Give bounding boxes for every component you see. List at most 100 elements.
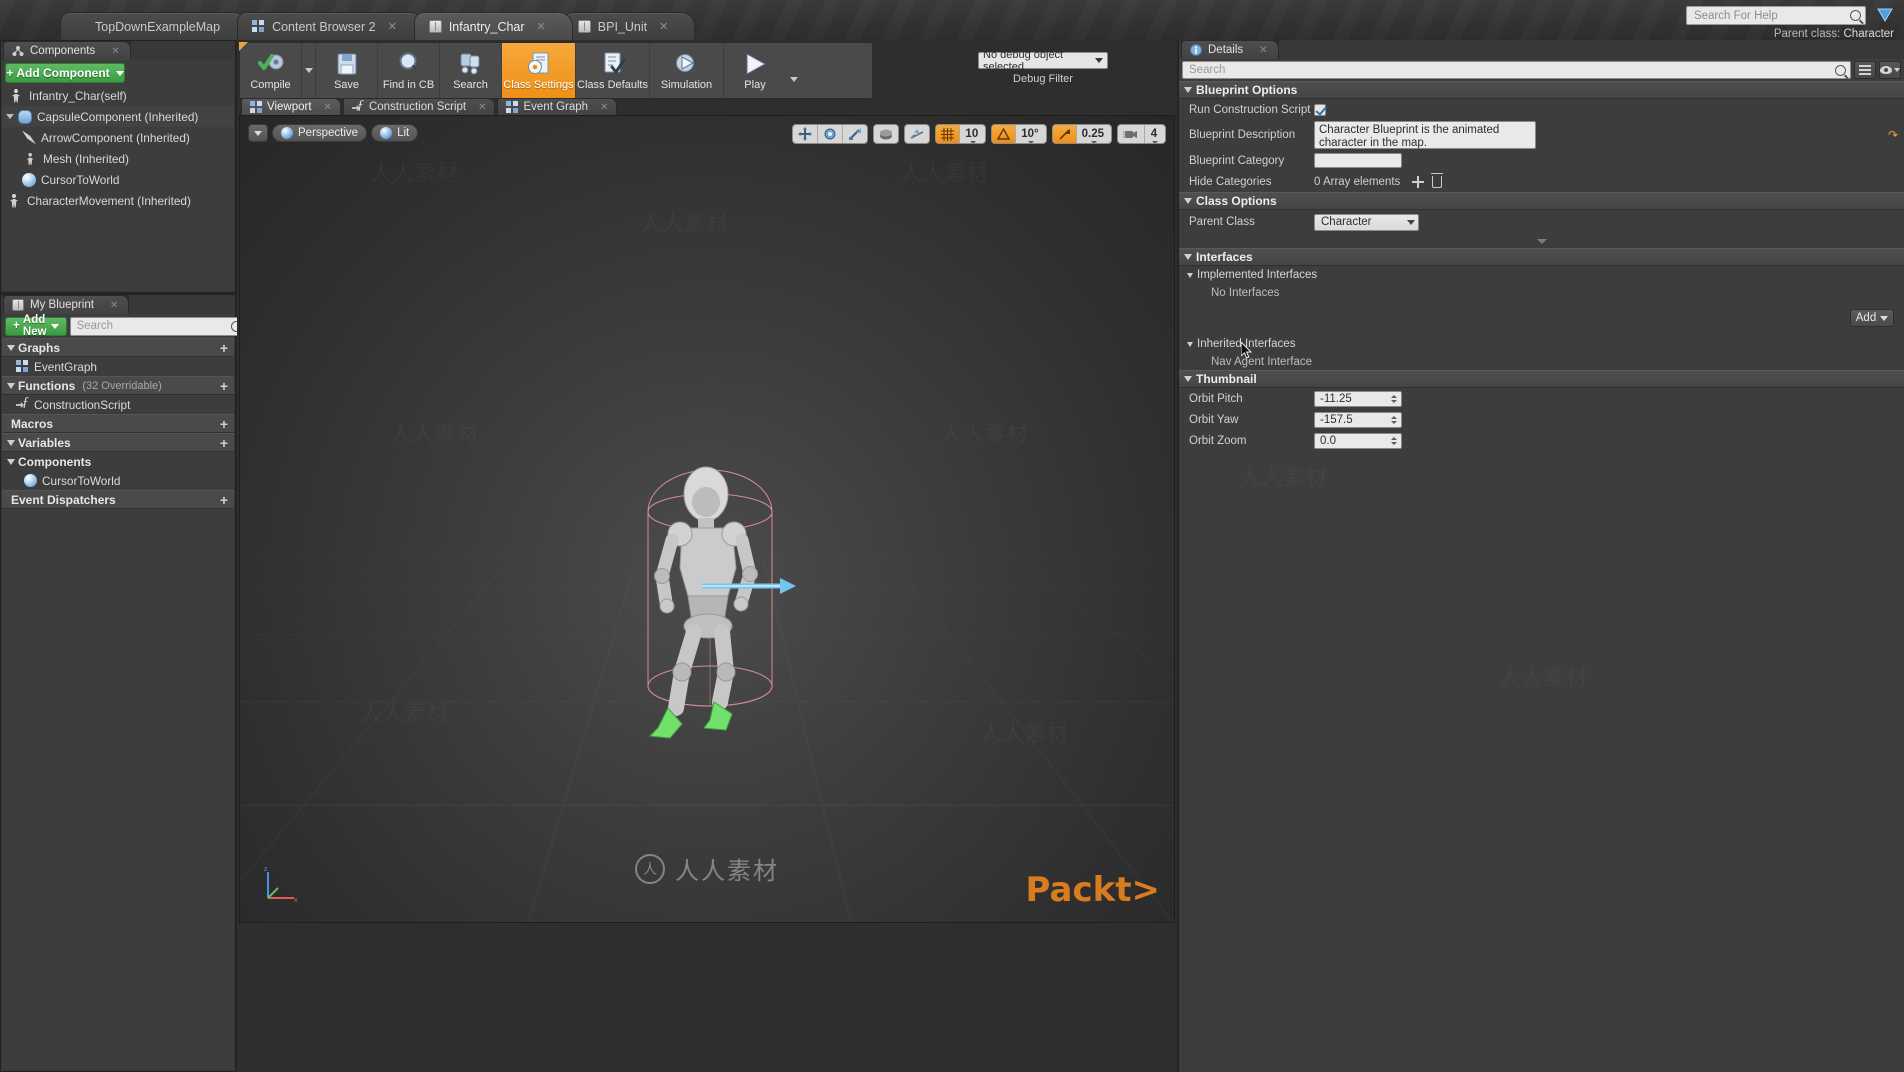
close-icon[interactable]: ✕ — [537, 20, 546, 33]
close-icon[interactable]: ✕ — [388, 20, 397, 33]
toolbar-button-class-defaults[interactable]: Class Defaults — [576, 43, 650, 98]
translate-tool-button[interactable] — [793, 125, 819, 143]
toolbar-button-save[interactable]: Save — [316, 43, 378, 98]
tab-viewport[interactable]: Viewport ✕ — [241, 98, 341, 115]
section-header-components[interactable]: Components — [2, 452, 234, 471]
toolbar-button-simulation[interactable]: Simulation — [650, 43, 724, 98]
window-tab-infantry-char[interactable]: Infantry_Char ✕ — [413, 12, 573, 40]
add-variable-button[interactable]: + — [220, 436, 228, 450]
spinner-icon[interactable] — [1389, 414, 1399, 426]
compile-options-dropdown[interactable] — [302, 43, 316, 98]
close-icon[interactable]: ✕ — [110, 300, 118, 311]
rotation-snap-toggle[interactable] — [992, 125, 1017, 143]
window-tab-content-browser-2[interactable]: Content Browser 2 ✕ — [237, 12, 424, 40]
parent-class-combo[interactable]: Character — [1314, 213, 1419, 231]
my-blueprint-search-box[interactable] — [69, 316, 246, 336]
my-blueprint-item-cursortoworld[interactable]: CursorToWorld — [2, 471, 234, 490]
row-nav-agent-interface[interactable]: Nav Agent Interface — [1179, 353, 1904, 370]
category-collapse-handle[interactable] — [1179, 234, 1904, 248]
grid-snap-value[interactable]: 10 — [960, 125, 985, 143]
close-icon[interactable]: ✕ — [478, 102, 486, 113]
help-search-input[interactable] — [1694, 9, 1850, 22]
component-row-arrowcomponent[interactable]: ArrowComponent (Inherited) — [2, 127, 234, 148]
scale-snap-value[interactable]: 0.25 — [1077, 125, 1111, 143]
tab-event-graph[interactable]: Event Graph ✕ — [497, 98, 618, 115]
world-space-button[interactable] — [874, 125, 898, 143]
toolbar-button-play[interactable]: Play — [724, 43, 786, 98]
toolbar-button-find-in-cb[interactable]: Find in CB — [378, 43, 440, 98]
orbit-pitch-input[interactable]: -11.25 — [1314, 390, 1402, 407]
details-search-box[interactable] — [1182, 61, 1851, 79]
blueprint-description-textarea[interactable]: Character Blueprint is the animated char… — [1314, 121, 1536, 149]
window-tab-topdownexamplemap[interactable]: TopDownExampleMap — [60, 12, 248, 40]
scale-snap-toggle[interactable] — [1052, 125, 1077, 143]
toolbar-button-class-settings[interactable]: Class Settings — [502, 43, 576, 98]
debug-object-selector[interactable]: No debug object selected — [978, 49, 1108, 73]
category-thumbnail[interactable]: Thumbnail — [1179, 370, 1904, 388]
add-component-button[interactable]: + Add Component — [5, 63, 125, 83]
details-search-input[interactable] — [1189, 64, 1835, 76]
viewport[interactable]: 人人素材 人人素材 人人素材 人人素材 人人素材 人人素材 人人素材 Persp… — [239, 115, 1175, 923]
clear-array-icon[interactable] — [1431, 172, 1444, 188]
spinner-icon[interactable] — [1389, 435, 1399, 447]
section-header-macros[interactable]: Macros + — [2, 414, 234, 433]
camera-speed-value[interactable]: 4 — [1145, 125, 1165, 143]
orbit-zoom-input[interactable]: 0.0 — [1314, 432, 1402, 449]
close-icon[interactable]: ✕ — [600, 102, 608, 113]
tab-my-blueprint[interactable]: My Blueprint ✕ — [3, 295, 130, 314]
close-icon[interactable]: ✕ — [1259, 45, 1267, 56]
viewport-options-button[interactable] — [248, 124, 268, 142]
tab-construction-script[interactable]: Construction Script ✕ — [342, 98, 496, 115]
rotate-tool-button[interactable] — [818, 125, 844, 143]
add-new-button[interactable]: + Add New — [5, 314, 67, 338]
orbit-yaw-input[interactable]: -157.5 — [1314, 411, 1402, 428]
tab-details[interactable]: Details ✕ — [1181, 40, 1279, 59]
toolbar-button-compile[interactable]: Compile — [240, 43, 302, 98]
toolbar-button-search[interactable]: Search — [440, 43, 502, 98]
component-row-cursortoworld[interactable]: CursorToWorld — [2, 169, 234, 190]
component-row-mesh[interactable]: Mesh (Inherited) — [2, 148, 234, 169]
component-row-self[interactable]: Infantry_Char(self) — [2, 85, 234, 106]
surface-snap-button[interactable] — [905, 125, 929, 143]
camera-speed-icon-cell[interactable] — [1118, 125, 1145, 143]
window-tab-bpi-unit[interactable]: BPI_Unit ✕ — [562, 12, 696, 40]
section-header-functions[interactable]: Functions (32 Overridable) + — [2, 376, 234, 395]
tab-components[interactable]: Components ✕ — [3, 41, 131, 60]
add-event-dispatcher-button[interactable]: + — [220, 493, 228, 507]
component-row-charactermovement[interactable]: CharacterMovement (Inherited) — [2, 190, 234, 211]
viewport-view-mode-button[interactable]: Perspective — [272, 124, 368, 142]
category-interfaces[interactable]: Interfaces — [1179, 248, 1904, 266]
close-icon[interactable]: ✕ — [324, 102, 332, 113]
visibility-filter-button[interactable] — [1879, 61, 1901, 79]
parent-class-value[interactable]: Character — [1843, 28, 1894, 40]
component-row-capsulecomponent[interactable]: CapsuleComponent (Inherited) — [2, 106, 234, 127]
add-macro-button[interactable]: + — [220, 417, 228, 431]
category-blueprint-options[interactable]: Blueprint Options — [1179, 81, 1904, 99]
my-blueprint-search-input[interactable] — [76, 320, 231, 332]
category-class-options[interactable]: Class Options — [1179, 192, 1904, 210]
close-icon[interactable]: ✕ — [659, 20, 668, 33]
section-header-graphs[interactable]: Graphs + — [2, 338, 234, 357]
viewport-lighting-mode-button[interactable]: Lit — [371, 124, 419, 142]
subcategory-inherited-interfaces[interactable]: Inherited Interfaces — [1179, 335, 1904, 353]
spinner-icon[interactable] — [1389, 393, 1399, 405]
add-graph-button[interactable]: + — [220, 341, 228, 355]
add-function-button[interactable]: + — [220, 379, 228, 393]
section-header-event-dispatchers[interactable]: Event Dispatchers + — [2, 490, 234, 509]
scale-tool-button[interactable] — [843, 125, 867, 143]
subcategory-implemented-interfaces[interactable]: Implemented Interfaces — [1179, 266, 1904, 284]
column-view-button[interactable] — [1854, 61, 1876, 79]
section-header-variables[interactable]: Variables + — [2, 433, 234, 452]
rotation-snap-value[interactable]: 10° — [1016, 125, 1045, 143]
chevron-down-icon[interactable] — [6, 114, 14, 119]
add-element-icon[interactable] — [1412, 175, 1425, 188]
run-construction-script-checkbox[interactable] — [1314, 103, 1326, 116]
close-icon[interactable]: ✕ — [111, 46, 119, 57]
my-blueprint-item-eventgraph[interactable]: EventGraph — [2, 357, 234, 376]
my-blueprint-item-constructionscript[interactable]: ConstructionScript — [2, 395, 234, 414]
add-interface-button[interactable]: Add — [1850, 309, 1894, 327]
blueprint-category-input[interactable] — [1314, 153, 1402, 168]
reset-to-default-icon[interactable]: ↷ — [1888, 128, 1898, 142]
help-search-box[interactable] — [1686, 6, 1866, 25]
grid-snap-toggle[interactable] — [936, 125, 961, 143]
